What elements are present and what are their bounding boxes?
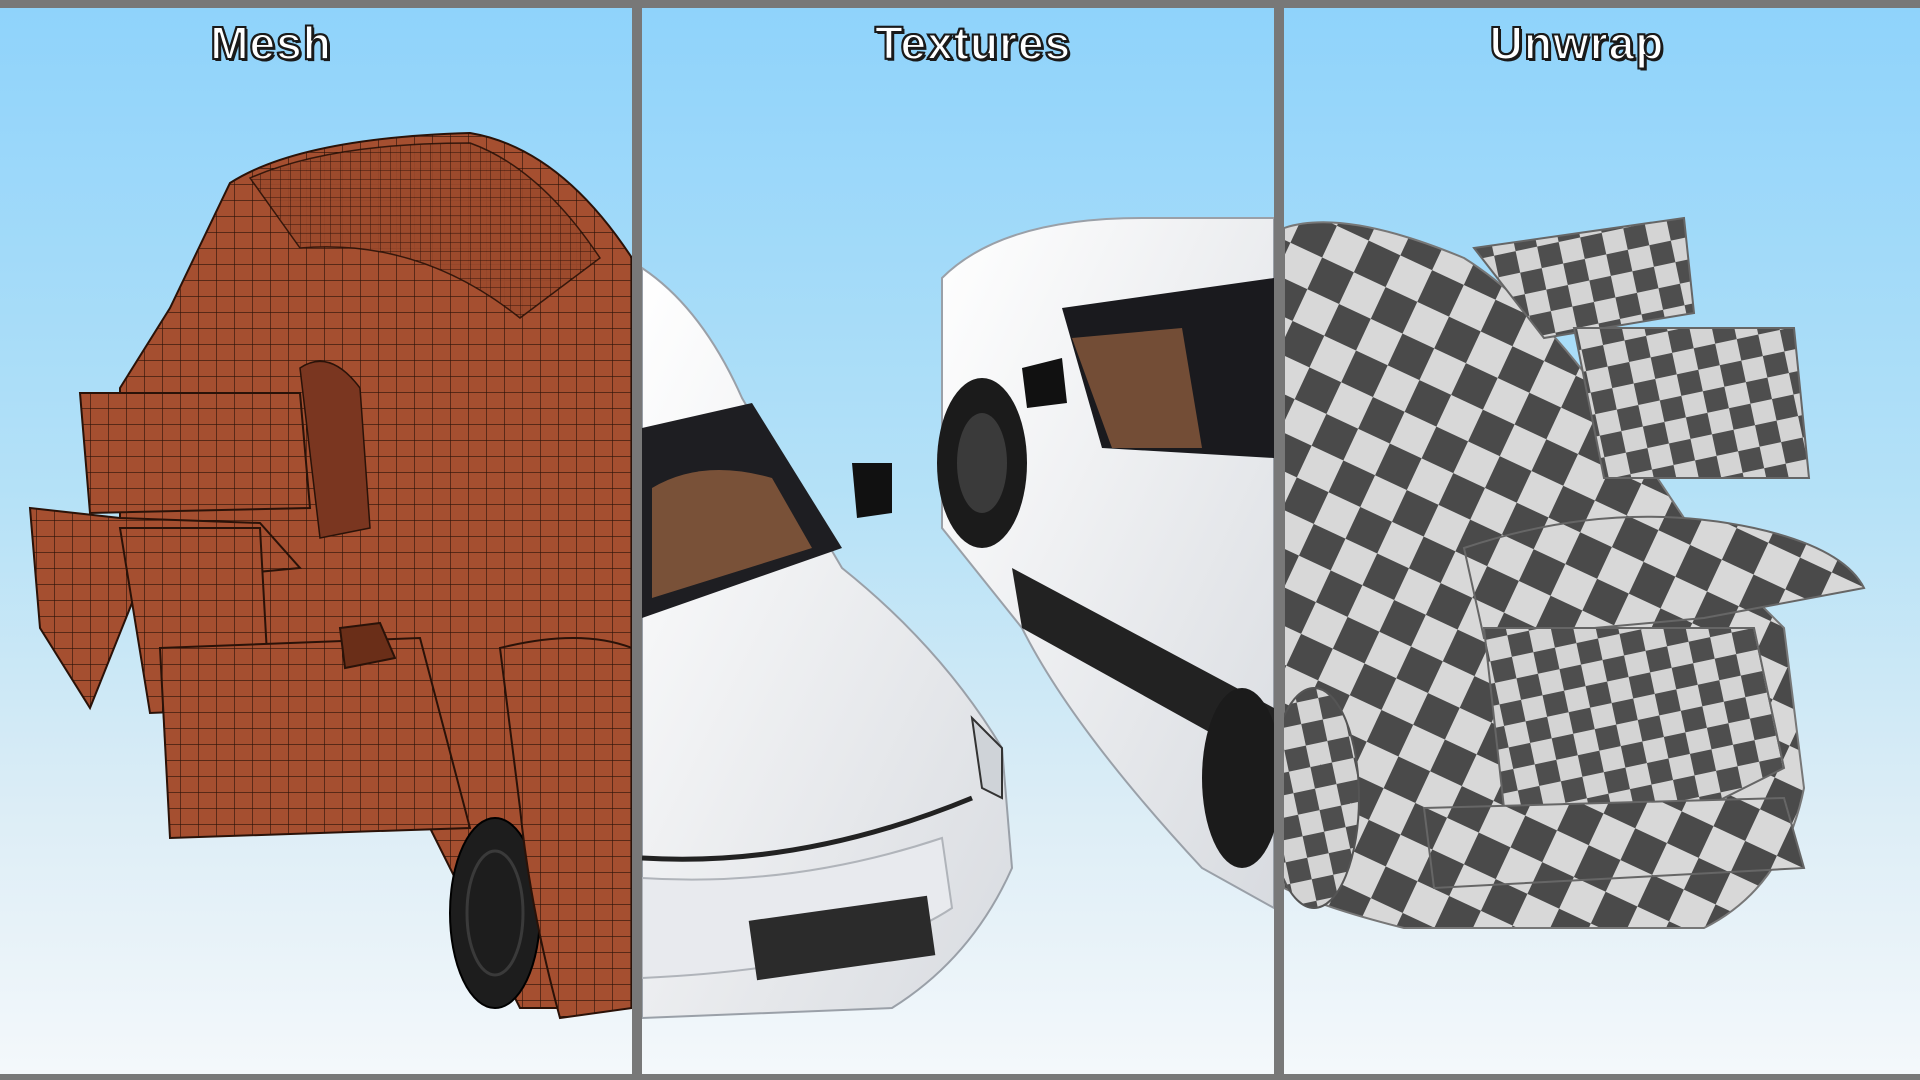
textures-title: Textures [874,16,1072,70]
mesh-panel: Mesh [0,8,632,1074]
mesh-title: Mesh [209,16,332,70]
unwrap-title: Unwrap [1489,16,1665,70]
unwrap-panel: Unwrap [1284,8,1920,1074]
mesh-car-render [28,131,632,1020]
unwrap-checker-render [1284,216,1866,929]
textured-car-render [642,217,1274,1020]
textures-panel: Textures [642,8,1274,1074]
comparison-frame: Mesh Textures Unwrap [0,0,1920,1080]
